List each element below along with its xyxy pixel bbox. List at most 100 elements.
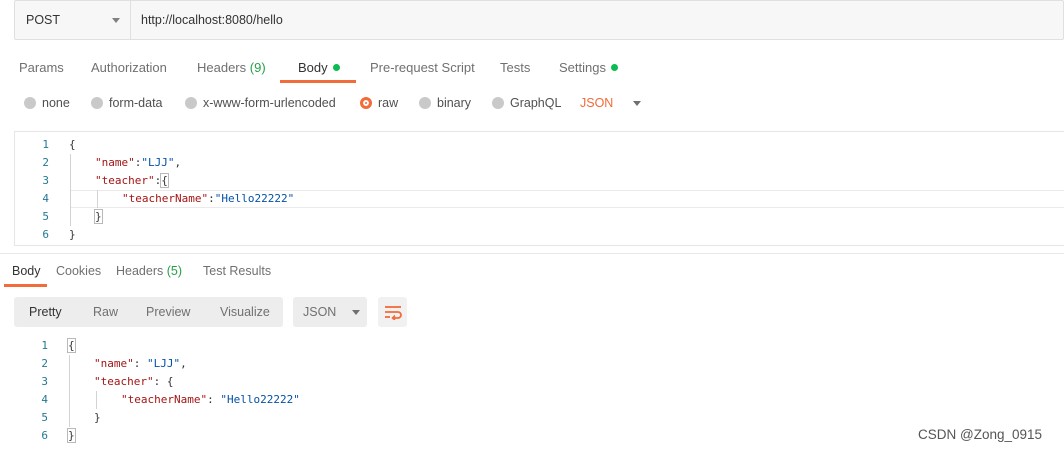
json-key: "teacherName" — [121, 393, 208, 406]
response-tab-headers[interactable]: Headers (5) — [116, 264, 182, 278]
view-preview-button[interactable]: Preview — [146, 305, 190, 319]
radio-selected-icon — [360, 97, 372, 109]
tab-count: (5) — [166, 264, 183, 278]
line-number: 2 — [41, 357, 48, 370]
line-number: 4 — [42, 192, 49, 205]
line-number: 4 — [41, 393, 48, 406]
request-body-editor[interactable]: 1 2 3 4 5 6 { "name":"LJJ", "teacher":{ … — [14, 131, 1064, 246]
radio-label: x-www-form-urlencoded — [203, 96, 336, 110]
radio-circle-icon — [185, 97, 197, 109]
code-line: "name":"LJJ", — [95, 156, 182, 169]
url-input[interactable]: http://localhost:8080/hello — [131, 1, 1063, 39]
json-key: "teacherName" — [122, 192, 209, 205]
code-token: } — [94, 209, 103, 224]
tab-body[interactable]: Body — [298, 60, 340, 75]
radio-binary[interactable]: binary — [419, 96, 471, 110]
code-line: "teacherName": "Hello22222" — [121, 393, 300, 406]
radio-label: form-data — [109, 96, 163, 110]
radio-label: raw — [378, 96, 399, 110]
wrap-lines-button[interactable] — [378, 297, 407, 327]
radio-graphql[interactable]: GraphQL — [492, 96, 561, 110]
tab-count: (9) — [249, 60, 266, 75]
json-key: "name" — [95, 156, 135, 169]
code-token: { — [69, 138, 76, 151]
radio-x-www-form-urlencoded[interactable]: x-www-form-urlencoded — [185, 96, 336, 110]
radio-circle-icon — [91, 97, 103, 109]
code-line: "teacher": { — [94, 375, 174, 388]
code-token: } — [67, 428, 76, 443]
code-line: "name": "LJJ", — [94, 357, 187, 370]
request-tabs: Params Authorization Headers (9) Body Pr… — [0, 54, 1064, 83]
tab-pre-request-script[interactable]: Pre-request Script — [370, 60, 475, 75]
line-number: 5 — [41, 411, 48, 424]
tab-params[interactable]: Params — [19, 60, 64, 75]
response-body-viewer[interactable]: 1 2 3 4 5 6 { "name": "LJJ", "teacher": … — [14, 337, 1064, 452]
json-key: "teacher" — [95, 174, 155, 187]
response-tab-body[interactable]: Body — [12, 264, 41, 278]
tab-headers[interactable]: Headers (9) — [197, 60, 266, 75]
tab-authorization[interactable]: Authorization — [91, 60, 167, 75]
tab-label: Test Results — [203, 264, 272, 278]
tab-label: Body — [298, 60, 328, 75]
response-format-select[interactable]: JSON — [293, 297, 367, 327]
status-dot-icon — [332, 64, 340, 71]
tab-label: Cookies — [56, 264, 102, 278]
tab-tests[interactable]: Tests — [500, 60, 530, 75]
tab-label: Headers — [116, 264, 164, 278]
chevron-down-icon — [352, 309, 361, 315]
chevron-down-icon — [112, 17, 120, 23]
line-number: 3 — [42, 174, 49, 187]
tab-label: Tests — [500, 60, 531, 75]
body-type-radios: none form-data x-www-form-urlencoded raw… — [0, 94, 1064, 114]
method-select[interactable]: POST — [15, 1, 131, 39]
tab-label: Body — [12, 264, 41, 278]
active-tab-indicator — [4, 284, 47, 287]
code-line: { — [69, 136, 76, 154]
view-visualize-button[interactable]: Visualize — [220, 305, 270, 319]
tab-label: Settings — [559, 60, 606, 75]
code-token: } — [69, 228, 76, 241]
json-key: "name" — [94, 357, 134, 370]
radio-none[interactable]: none — [24, 96, 70, 110]
response-tab-test-results[interactable]: Test Results — [203, 264, 271, 278]
indent-guide — [96, 391, 97, 409]
view-raw-button[interactable]: Raw — [93, 305, 118, 319]
json-string: "LJJ" — [141, 156, 175, 169]
json-string: "LJJ" — [147, 357, 181, 370]
indent-guide — [69, 355, 70, 427]
url-bar: POST http://localhost:8080/hello — [14, 0, 1064, 40]
raw-format-label: JSON — [580, 96, 614, 110]
chevron-down-icon — [633, 100, 642, 106]
code-token: { — [67, 338, 76, 353]
tab-label: Pre-request Script — [370, 60, 475, 75]
line-number: 3 — [41, 375, 48, 388]
code-line: "teacher":{ — [95, 173, 169, 188]
view-mode-segment: Pretty Raw Preview Visualize — [14, 297, 283, 327]
line-number: 6 — [41, 429, 48, 442]
tab-label: Headers — [197, 60, 247, 75]
tab-label: Authorization — [91, 60, 167, 75]
radio-form-data[interactable]: form-data — [91, 96, 163, 110]
radio-raw[interactable]: raw — [360, 96, 398, 110]
code-line: } — [67, 427, 76, 445]
raw-format-select[interactable]: JSON — [580, 96, 642, 110]
method-label: POST — [26, 13, 61, 27]
line-number: 1 — [42, 138, 49, 151]
line-number: 2 — [42, 156, 49, 169]
tab-settings[interactable]: Settings — [559, 60, 618, 75]
radio-circle-icon — [492, 97, 504, 109]
view-pretty-button[interactable]: Pretty — [29, 305, 62, 319]
code-line: } — [94, 409, 101, 427]
code-token: } — [94, 411, 101, 424]
tab-label: Params — [19, 60, 64, 75]
watermark: CSDN @Zong_0915 — [918, 427, 1043, 442]
divider — [0, 253, 1064, 254]
code-line: } — [94, 208, 103, 226]
radio-circle-icon — [24, 97, 36, 109]
response-tab-cookies[interactable]: Cookies — [56, 264, 101, 278]
code-line: "teacherName":"Hello22222" — [122, 192, 295, 205]
response-format-label: JSON — [303, 305, 337, 319]
line-number: 1 — [41, 339, 48, 352]
wrap-lines-icon — [384, 306, 402, 320]
response-tabs: Body Cookies Headers (5) Test Results — [0, 262, 1064, 288]
